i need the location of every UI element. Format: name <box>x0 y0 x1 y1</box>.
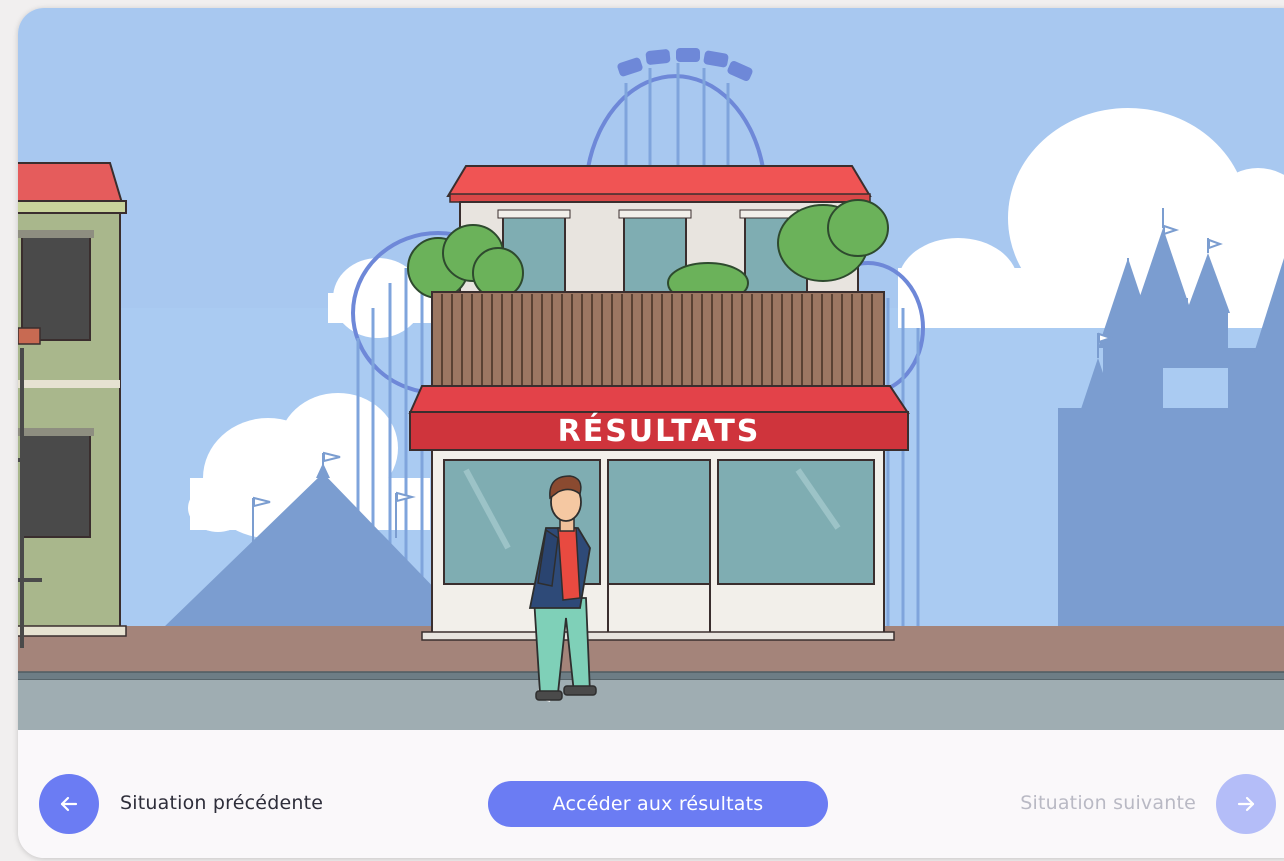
shop-building <box>407 165 910 641</box>
sign-text: RÉSULTATS <box>557 413 761 449</box>
navigation-bar: Situation précédente Accéder aux résulta… <box>18 730 1284 858</box>
next-situation-label: Situation suivante <box>1020 792 1196 814</box>
access-results-button[interactable]: Accéder aux résultats <box>488 781 828 827</box>
next-situation-button <box>1216 774 1276 834</box>
situation-card: RÉSULTATS Situation précédente Accéder a… <box>18 8 1284 858</box>
arrow-right-icon <box>1237 796 1255 812</box>
previous-situation-label[interactable]: Situation précédente <box>120 792 323 814</box>
scene-illustration: RÉSULTATS <box>18 8 1284 730</box>
left-building <box>18 162 127 648</box>
arrow-left-icon <box>60 796 78 812</box>
previous-situation-button[interactable] <box>39 774 99 834</box>
